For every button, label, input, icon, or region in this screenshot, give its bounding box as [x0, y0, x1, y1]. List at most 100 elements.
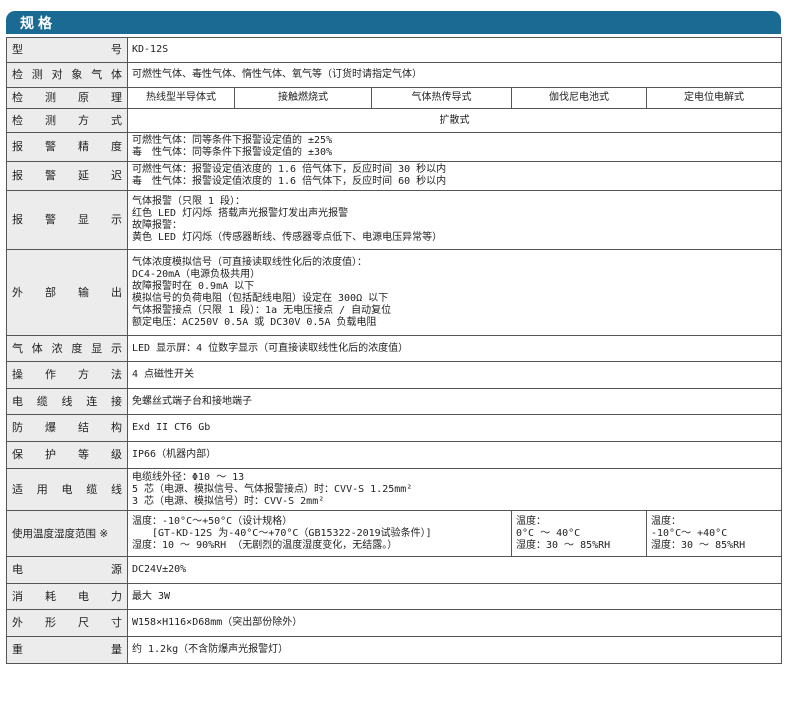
text-line: 可燃性气体：同等条件下报警设定值的 ±25% — [132, 135, 333, 146]
label-char: 测 — [45, 91, 56, 104]
label-char: 示 — [110, 341, 122, 355]
protection-value: IP66（机器内部） — [126, 441, 783, 469]
label-char: 方 — [78, 113, 89, 127]
row-label-cable: 适用电缆线 — [6, 468, 128, 511]
environment-col2: 温度： 0°C ～ 40°C 湿度：30 ～ 85%RH — [511, 510, 647, 557]
row-label-cable-connection: 电缆线连接 — [6, 388, 128, 415]
label-char: 警 — [45, 169, 56, 182]
row-label-accuracy: 报警精度 — [6, 132, 128, 162]
text-line: 气体报警接点（只限 1 段）：1a 无电压接点 / 自动复位 — [132, 304, 392, 316]
text-line: 5 芯（电源、模拟信号、气体报警接点）时：CVV-S 1.25mm² — [132, 483, 413, 495]
label-char: 量 — [111, 643, 122, 656]
label-char: 外 — [12, 616, 23, 629]
label-char: 对 — [51, 68, 63, 81]
label-char: 象 — [71, 68, 83, 81]
label-char: 延 — [78, 169, 89, 182]
text-line: 红色 LED 灯闪烁 搭载声光报警灯发出声光报警 — [132, 208, 349, 219]
label-char: 接 — [111, 394, 122, 408]
label-char: 爆 — [45, 421, 56, 434]
label-char: 操 — [12, 368, 23, 381]
label-char: 示 — [111, 213, 122, 226]
principle-cell: 定电位电解式 — [645, 87, 783, 109]
table-row: 外 部 输 出 气体浓度模拟信号（可直接读取线性化后的浓度值）： DC4-20mA（电… — [6, 249, 783, 336]
table-row: 使用温度湿度范围 ※ 温度：-10°C～+50°C（设计规格） [GT-KD-1… — [6, 510, 783, 557]
label-char: 用 — [36, 482, 48, 496]
row-label-weight: 重量 — [6, 636, 128, 664]
text-line: 气体浓度模拟信号（可直接读取线性化后的浓度值）： — [132, 256, 367, 268]
text-line: 温度：-10°C～+50°C（设计规格） — [132, 515, 293, 527]
table-row: 保 护 等 级 IP66（机器内部） — [6, 441, 783, 469]
text-line: 温度： — [516, 515, 546, 527]
label-char: 消 — [12, 589, 23, 603]
text-line: 湿度：30 ～ 85%RH — [651, 539, 746, 551]
table-row: 重量 约 1.2kg（不含防爆声光报警灯） — [6, 636, 783, 664]
table-row: 电 源 DC24V±20% — [6, 556, 783, 584]
label-char: 型 — [12, 43, 23, 56]
label-char: 检 — [12, 91, 23, 104]
section-title: 规格 — [20, 15, 56, 31]
row-label-display: 报警显示 — [6, 190, 128, 250]
text-line: 电缆线外径：Φ10 ～ 13 — [132, 471, 245, 483]
label-char: 部 — [45, 285, 56, 299]
text-line: 毒 性气体：报警设定值浓度的 1.6 倍气体下，反应时间 60 秒以内 — [132, 176, 447, 187]
row-label-target-gas: 检测对象气体 — [6, 62, 128, 88]
label-char: 级 — [111, 448, 122, 461]
label-char: 源 — [111, 563, 122, 576]
row-label-output: 外部输出 — [6, 249, 128, 336]
section-header-banner: 规格 — [6, 11, 781, 34]
power-value: DC24V±20% — [126, 556, 783, 584]
operation-value: 4 点磁性开关 — [126, 361, 783, 389]
label-char: 电 — [78, 589, 89, 603]
label-char: 浓 — [51, 341, 63, 355]
label-char: 度 — [71, 341, 83, 355]
delay-value: 可燃性气体：报警设定值浓度的 1.6 倍气体下，反应时间 30 秒以内 毒 性气… — [126, 161, 783, 191]
row-label-environment: 使用温度湿度范围 ※ — [6, 510, 128, 557]
method-value: 扩散式 — [126, 108, 783, 133]
display-value: 气体报警（只限 1 段）： 红色 LED 灯闪烁 搭载声光报警灯发出声光报警 故… — [126, 190, 783, 250]
label-char: 法 — [111, 368, 122, 381]
text-line: 故障报警： — [132, 220, 182, 231]
row-label-delay: 报警延迟 — [6, 161, 128, 191]
row-label-protection: 保护等级 — [6, 441, 128, 469]
consumption-value: 最大 3W — [126, 583, 783, 610]
cable-value: 电缆线外径：Φ10 ～ 13 5 芯（电源、模拟信号、气体报警接点）时：CVV-… — [126, 468, 783, 511]
label-char: 输 — [78, 285, 89, 299]
text-line: 0°C ～ 40°C — [516, 527, 581, 539]
label-char: 测 — [31, 68, 43, 81]
explosion-value: Exd II CT6 Gb — [126, 414, 783, 442]
label-char: 度 — [111, 140, 122, 153]
row-label-explosion: 防爆结构 — [6, 414, 128, 442]
row-label-operation: 操作方法 — [6, 361, 128, 389]
label-char: 保 — [12, 448, 23, 461]
label-char: 缆 — [36, 394, 48, 408]
label-char: 迟 — [111, 169, 122, 182]
label-char: 报 — [12, 169, 23, 182]
row-label-conc-display: 气体浓度显示 — [6, 335, 128, 362]
weight-value: 约 1.2kg（不含防爆声光报警灯） — [126, 636, 783, 664]
label-char: 尺 — [78, 616, 89, 629]
label-char: 检 — [12, 68, 23, 81]
table-row: 防 爆 结 构 Exd II CT6 Gb — [6, 414, 783, 442]
label-char: 耗 — [45, 589, 56, 603]
label-char: 重 — [12, 643, 23, 656]
table-row: 操 作 方 法 4 点磁性开关 — [6, 361, 783, 389]
label-char: 防 — [12, 421, 23, 434]
label-char: 警 — [45, 140, 56, 153]
text-line: 额定电压：AC250V 0.5A 或 DC30V 0.5A 负载电阻 — [132, 316, 377, 328]
label-char: 警 — [45, 213, 56, 226]
label-char: 护 — [45, 448, 56, 461]
conc-display-value: LED 显示屏：4 位数字显示（可直接读取线性化后的浓度值） — [126, 335, 783, 362]
target-gas-value: 可燃性气体、毒性气体、惰性气体、氧气等（订货时请指定气体） — [126, 62, 783, 88]
label-char: 气 — [91, 68, 103, 81]
label-char: 显 — [91, 341, 103, 355]
table-row: 报 警 显 示 气体报警（只限 1 段）： 红色 LED 灯闪烁 搭载声光报警灯发出声… — [6, 190, 783, 250]
label-char: 作 — [45, 368, 56, 381]
label-char: 电 — [12, 563, 23, 576]
text-line: 气体报警（只限 1 段）： — [132, 196, 246, 207]
principle-cell: 气体热传导式 — [371, 87, 512, 109]
dimensions-value: W158×H116×D68mm（突出部份除外） — [126, 609, 783, 637]
label-char: 气 — [12, 341, 23, 355]
label-char: 体 — [31, 341, 43, 355]
label-char: 适 — [12, 482, 23, 496]
cable-connection-value: 免螺丝式端子台和接地端子 — [126, 388, 783, 415]
